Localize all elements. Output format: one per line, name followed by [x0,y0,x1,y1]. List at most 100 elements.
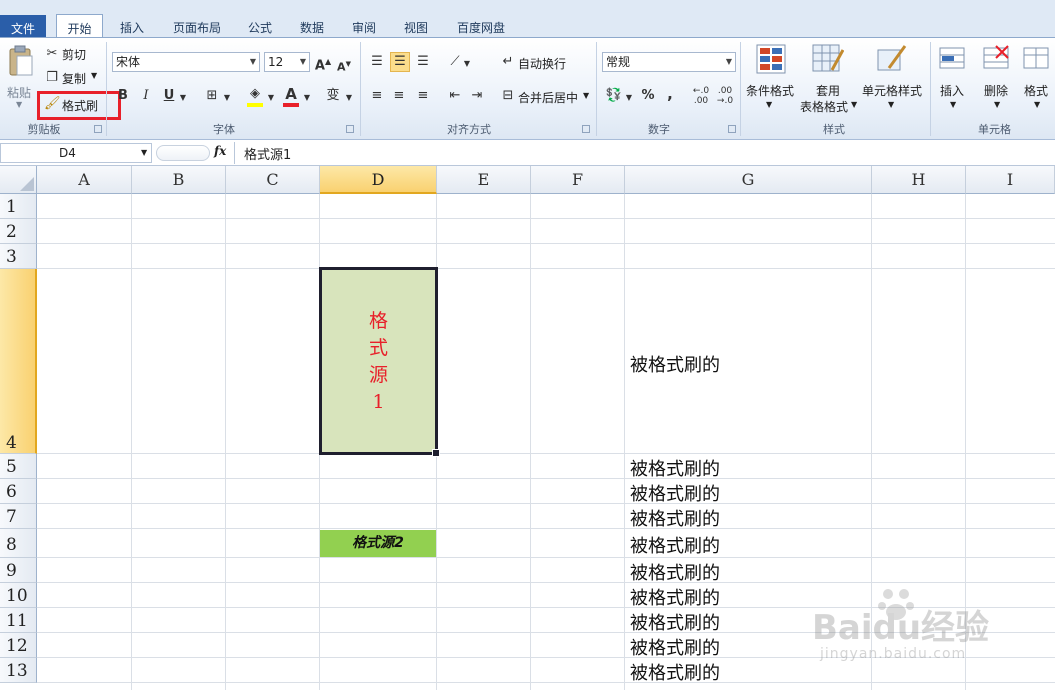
alignment-launcher-icon[interactable] [582,125,590,133]
wrap-text-button[interactable]: 自动换行 [518,55,566,72]
increase-indent-icon[interactable]: ⇥ [468,88,486,104]
orientation-dropdown-icon[interactable]: ▼ [462,56,472,72]
name-box-dropdown-icon[interactable]: ▼ [141,148,147,157]
align-top-icon[interactable]: ☰ [368,54,386,70]
tab-data[interactable]: 数据 [292,17,332,39]
formula-bar-splitter[interactable] [156,145,210,161]
row-header-2[interactable]: 2 [0,219,37,244]
clipboard-launcher-icon[interactable] [94,125,102,133]
font-name-select[interactable]: 宋体 ▼ [112,52,260,72]
italic-button[interactable]: I [139,88,153,104]
paste-button[interactable]: 粘贴 ▼ [4,42,36,122]
font-color-dropdown-icon[interactable]: ▼ [302,90,312,106]
column-header-e[interactable]: E [437,166,531,194]
cell-styles-button[interactable]: 单元格样式 ▼ [860,40,924,120]
tab-insert[interactable]: 插入 [112,17,152,39]
cell-g6[interactable]: 被格式刷的 [630,480,720,506]
align-middle-icon[interactable]: ☰ [390,52,410,72]
row-header-7[interactable]: 7 [0,504,37,529]
cell-g9[interactable]: 被格式刷的 [630,559,720,585]
row-header-4[interactable]: 4 [0,269,37,454]
cell-d4-char: 格 [368,310,388,332]
format-as-table-button[interactable]: 套用 表格格式 ▼ [800,40,860,120]
formula-input[interactable]: 格式源1 [244,144,291,163]
align-center-icon[interactable]: ≡ [390,88,408,104]
delete-cells-button[interactable]: 删除 ▼ [978,40,1018,120]
borders-dropdown-icon[interactable]: ▼ [222,90,232,106]
bold-button[interactable]: B [116,88,130,104]
tab-baidu-netdisk[interactable]: 百度网盘 [448,17,514,39]
row-header-12[interactable]: 12 [0,633,37,658]
underline-dropdown-icon[interactable]: ▼ [178,90,188,106]
phonetic-dropdown-icon[interactable]: ▼ [344,90,354,106]
row-header-9[interactable]: 9 [0,558,37,583]
grow-font-icon[interactable]: A▲ [314,54,332,74]
insert-function-button[interactable]: fx [214,144,226,158]
cell-d4-char: 源 [368,364,388,386]
number-launcher-icon[interactable] [728,125,736,133]
number-format-select[interactable]: 常规 ▼ [602,52,736,72]
row-header-13[interactable]: 13 [0,658,37,683]
decrease-decimal-icon[interactable]: .00 →.0 [714,86,736,106]
font-size-select[interactable]: 12 ▼ [264,52,310,72]
cell-g5[interactable]: 被格式刷的 [630,455,720,481]
cell-g4[interactable]: 被格式刷的 [630,351,720,377]
align-bottom-icon[interactable]: ☰ [414,54,432,70]
format-cells-button[interactable]: 格式 ▼ [1020,40,1055,120]
align-left-icon[interactable]: ≡ [368,88,386,104]
row-header-3[interactable]: 3 [0,244,37,269]
row-header-11[interactable]: 11 [0,608,37,633]
decrease-indent-icon[interactable]: ⇤ [446,88,464,104]
column-header-h[interactable]: H [872,166,966,194]
cell-g10[interactable]: 被格式刷的 [630,584,720,610]
tab-review[interactable]: 审阅 [344,17,384,39]
align-right-icon[interactable]: ≡ [414,88,432,104]
font-color-icon[interactable]: A [282,86,300,107]
insert-cells-button[interactable]: 插入 ▼ [934,40,974,120]
tab-formulas[interactable]: 公式 [240,17,280,39]
column-header-a[interactable]: A [37,166,132,194]
tab-view[interactable]: 视图 [396,17,436,39]
merge-dropdown-icon[interactable]: ▼ [583,91,589,100]
column-header-f[interactable]: F [531,166,625,194]
copy-button[interactable]: 复制 [62,70,86,87]
percent-button[interactable]: % [640,88,656,104]
column-header-c[interactable]: C [226,166,320,194]
cell-d8[interactable]: 格式源2 [320,530,436,557]
underline-button[interactable]: U [162,88,176,104]
row-header-1[interactable]: 1 [0,194,37,219]
row-header-8[interactable]: 8 [0,529,37,558]
format-painter-button[interactable]: 格式刷 [62,97,98,114]
tab-page-layout[interactable]: 页面布局 [164,17,230,39]
merge-center-button[interactable]: 合并后居中 [518,89,578,106]
column-header-g[interactable]: G [625,166,872,194]
row-header-10[interactable]: 10 [0,583,37,608]
fill-color-icon[interactable]: ◈ [246,86,264,107]
column-header-i[interactable]: I [966,166,1055,194]
cell-g11[interactable]: 被格式刷的 [630,609,720,635]
row-header-6[interactable]: 6 [0,479,37,504]
cell-g7[interactable]: 被格式刷的 [630,505,720,531]
cut-button[interactable]: 剪切 [62,46,86,63]
fill-handle[interactable] [432,449,440,457]
column-header-d[interactable]: D [320,166,437,194]
conditional-formatting-button[interactable]: 条件格式 ▼ [744,40,798,120]
borders-icon[interactable]: ⊞ [204,88,220,104]
select-all-corner[interactable] [0,166,37,194]
name-box[interactable]: D4 ▼ [0,143,152,163]
cell-d4[interactable]: 格 式 源 1 [319,267,440,457]
cell-g13[interactable]: 被格式刷的 [630,659,720,685]
cell-g12[interactable]: 被格式刷的 [630,634,720,660]
font-launcher-icon[interactable] [346,125,354,133]
currency-dropdown-icon[interactable]: ▼ [624,90,634,106]
worksheet-grid[interactable]: A B C D E F G H I 1 2 3 4 5 6 7 8 9 10 1… [0,166,1055,690]
phonetic-icon[interactable]: 变 [324,88,342,104]
column-header-b[interactable]: B [132,166,226,194]
increase-decimal-icon[interactable]: ←.0 .00 [690,86,712,106]
fill-color-dropdown-icon[interactable]: ▼ [266,90,276,106]
currency-icon[interactable]: 💱 [604,88,624,104]
comma-button[interactable]: , [664,86,676,102]
cell-g8[interactable]: 被格式刷的 [630,532,720,558]
shrink-font-icon[interactable]: A▼ [336,56,352,76]
row-header-5[interactable]: 5 [0,454,37,479]
